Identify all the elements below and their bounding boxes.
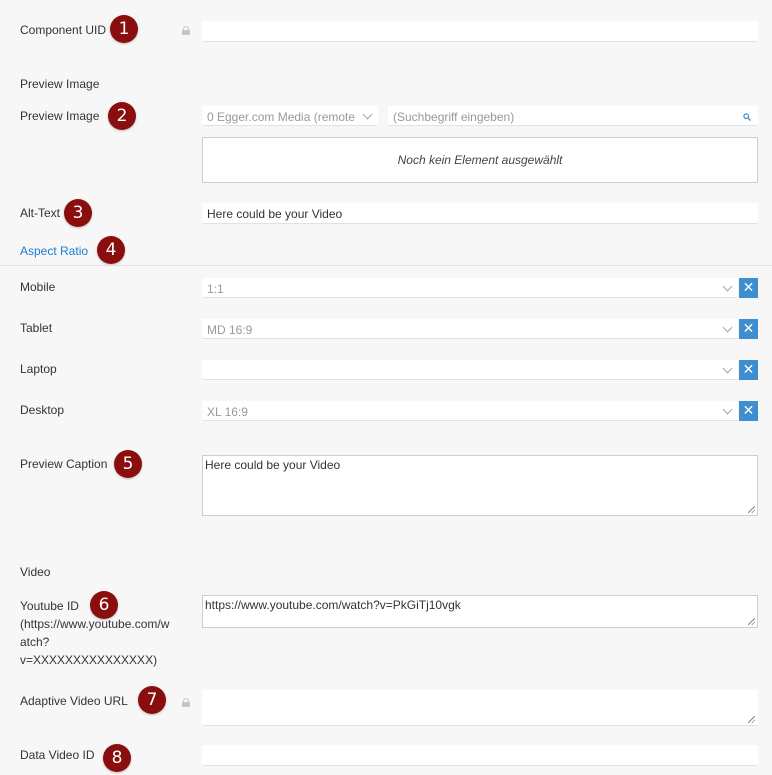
preview-caption-label: Preview Caption bbox=[20, 457, 108, 471]
aspect-tablet-label: Tablet bbox=[20, 321, 53, 335]
aspect-laptop-label: Laptop bbox=[20, 362, 57, 376]
annotation-badge-4: 4 bbox=[97, 236, 125, 264]
aspect-tablet-select[interactable]: MD 16:9 bbox=[202, 319, 738, 339]
aspect-desktop-select[interactable]: XL 16:9 bbox=[202, 401, 738, 421]
storage-select[interactable]: 0 Egger.com Media (remote bbox=[202, 106, 378, 126]
preview-caption-textarea[interactable]: Here could be your Video bbox=[202, 455, 758, 516]
adaptive-video-url-label: Adaptive Video URL bbox=[20, 694, 128, 708]
resize-handle-icon[interactable] bbox=[748, 716, 755, 723]
alt-text-label: Alt-Text bbox=[20, 206, 61, 220]
youtube-id-label-line2: (https://www.youtube.com/w bbox=[20, 617, 170, 631]
data-video-id-input[interactable] bbox=[202, 745, 758, 766]
component-uid-input[interactable] bbox=[202, 21, 758, 42]
preview-caption-value: Here could be your Video bbox=[205, 458, 341, 472]
preview-image-label: Preview Image bbox=[20, 109, 100, 123]
clear-desktop-button[interactable]: ✕ bbox=[739, 401, 758, 421]
search-icon[interactable] bbox=[743, 113, 751, 121]
aspect-desktop-label: Desktop bbox=[20, 403, 65, 417]
aspect-mobile-value: 1:1 bbox=[207, 282, 224, 296]
aspect-laptop-select[interactable] bbox=[202, 360, 738, 380]
chevron-down-icon bbox=[722, 281, 733, 292]
chevron-down-icon bbox=[722, 363, 733, 374]
youtube-id-label-line3: atch? bbox=[20, 635, 50, 649]
annotation-badge-8: 8 bbox=[103, 744, 131, 772]
chevron-down-icon bbox=[722, 322, 733, 333]
annotation-badge-6: 6 bbox=[90, 591, 118, 619]
preview-image-section-heading: Preview Image bbox=[20, 77, 100, 91]
adaptive-video-url-textarea[interactable] bbox=[202, 690, 758, 726]
no-element-selected-text: Noch kein Element ausgewählt bbox=[397, 153, 563, 167]
section-divider bbox=[0, 265, 772, 266]
youtube-id-label-line4: v=XXXXXXXXXXXXXXX) bbox=[20, 653, 158, 667]
lock-icon bbox=[182, 26, 190, 35]
aspect-mobile-select[interactable]: 1:1 bbox=[202, 278, 738, 298]
component-uid-label: Component UID bbox=[20, 23, 107, 37]
alt-text-input[interactable]: Here could be your Video bbox=[202, 203, 758, 224]
clear-mobile-button[interactable]: ✕ bbox=[739, 278, 758, 298]
data-video-id-label: Data Video ID bbox=[20, 748, 95, 762]
annotation-badge-2: 2 bbox=[108, 102, 136, 130]
annotation-badge-3: 3 bbox=[64, 199, 92, 227]
media-search-placeholder: (Suchbegriff eingeben) bbox=[393, 110, 515, 124]
annotation-badge-1: 1 bbox=[110, 15, 138, 43]
aspect-tablet-value: MD 16:9 bbox=[207, 323, 253, 337]
resize-handle-icon[interactable] bbox=[748, 506, 755, 513]
alt-text-value: Here could be your Video bbox=[207, 207, 343, 221]
chevron-down-icon bbox=[362, 109, 373, 120]
youtube-id-value: https://www.youtube.com/watch?v=PkGiTj10… bbox=[205, 598, 461, 612]
annotation-badge-7: 7 bbox=[138, 686, 166, 714]
media-search-input[interactable]: (Suchbegriff eingeben) bbox=[388, 106, 758, 126]
aspect-ratio-heading[interactable]: Aspect Ratio bbox=[20, 244, 88, 259]
aspect-mobile-label: Mobile bbox=[20, 280, 56, 294]
resize-handle-icon[interactable] bbox=[748, 618, 755, 625]
video-section-heading: Video bbox=[20, 565, 51, 579]
lock-icon bbox=[182, 698, 190, 707]
selected-media-box: Noch kein Element ausgewählt bbox=[202, 137, 758, 183]
annotation-badge-5: 5 bbox=[114, 450, 142, 478]
clear-laptop-button[interactable]: ✕ bbox=[739, 360, 758, 380]
aspect-desktop-value: XL 16:9 bbox=[207, 405, 248, 419]
storage-select-value: 0 Egger.com Media (remote bbox=[207, 110, 356, 124]
clear-tablet-button[interactable]: ✕ bbox=[739, 319, 758, 339]
chevron-down-icon bbox=[722, 404, 733, 415]
youtube-id-textarea[interactable]: https://www.youtube.com/watch?v=PkGiTj10… bbox=[202, 595, 758, 628]
